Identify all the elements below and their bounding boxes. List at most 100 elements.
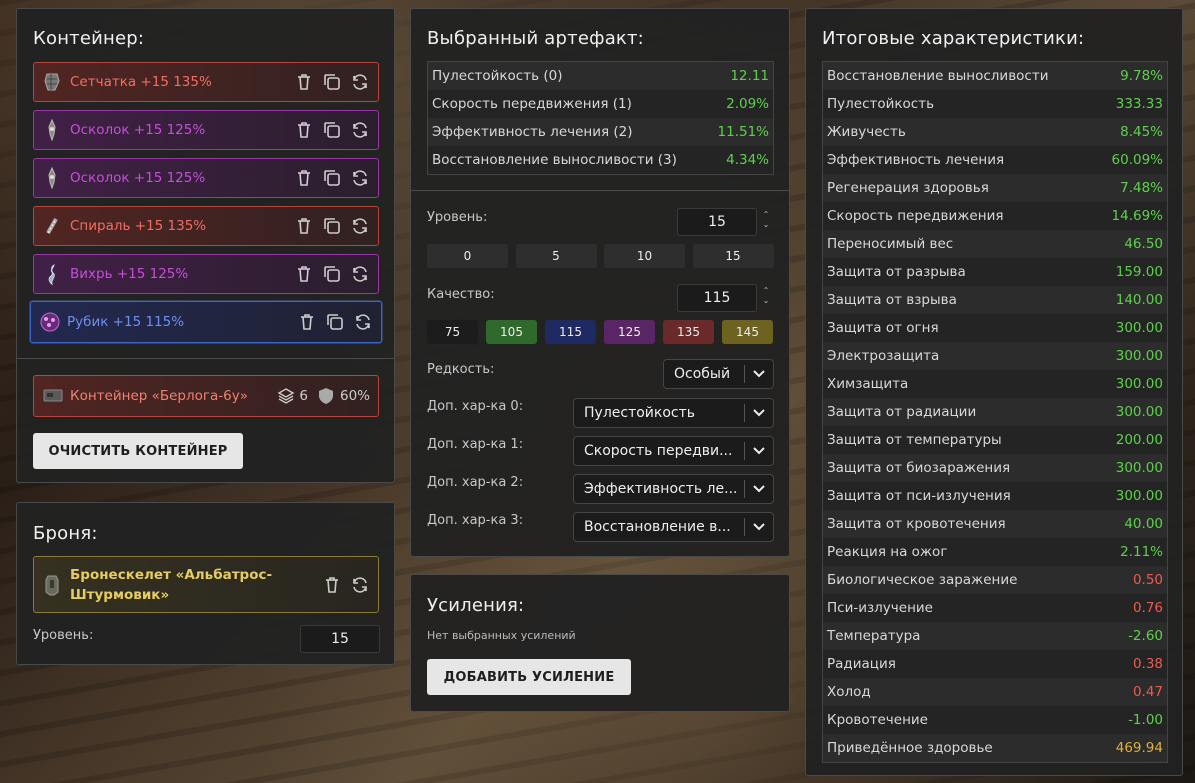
total-stat-row: Радиация 0.38 (823, 650, 1167, 678)
swap-icon[interactable] (353, 312, 373, 332)
total-stat-row: Кровотечение -1.00 (823, 706, 1167, 734)
shield-icon (318, 387, 334, 405)
extra-stat-select[interactable]: Скорость передви... (573, 436, 774, 466)
rarity-label: Редкость: (427, 362, 495, 377)
artifact-slot[interactable]: Рубик +15 115% (30, 301, 382, 343)
armor-title: Броня: (33, 523, 98, 544)
level-label: Уровень: (427, 210, 488, 225)
total-stat-row: Температура -2.60 (823, 622, 1167, 650)
artifact-slot-label: Рубик +15 115% (67, 314, 185, 330)
artifact-slot[interactable]: Вихрь +15 125% (33, 254, 379, 294)
swap-icon[interactable] (350, 72, 370, 92)
armor-panel: Броня: Бронескелет «Альбатрос- Штурмовик… (16, 502, 395, 665)
chevron-down-icon (745, 485, 773, 493)
delete-icon[interactable] (294, 72, 314, 92)
level-preset-button[interactable]: 10 (604, 244, 685, 268)
armor-name-line1: Бронескелет «Альбатрос- (70, 566, 273, 583)
quality-input[interactable]: 115 (677, 284, 757, 312)
shard-artifact-icon (42, 166, 62, 190)
stat-name: Скорость передвижения (827, 208, 1004, 224)
copy-icon[interactable] (322, 264, 342, 284)
totals-table: Восстановление выносливости 9.78% Пулестой… (822, 61, 1168, 763)
total-stat-row: Защита от взрыва 140.00 (823, 286, 1167, 314)
quality-stepper[interactable]: ⌃ ⌄ (760, 286, 772, 306)
artifact-slot[interactable]: Сетчатка +15 135% (33, 62, 379, 102)
rarity-select[interactable]: Особый (663, 359, 774, 389)
stat-value: 4.34% (726, 152, 769, 168)
extra-stat-label: Доп. хар-ка 3: (427, 513, 524, 528)
stat-name: Защита от взрыва (827, 292, 957, 308)
total-stat-row: Химзащита 300.00 (823, 370, 1167, 398)
delete-icon[interactable] (294, 168, 314, 188)
stat-name: Пулестойкость (0) (432, 68, 563, 84)
stat-name: Восстановление выносливости (3) (432, 152, 677, 168)
artifact-title: Выбранный артефакт: (427, 28, 644, 49)
mesh-artifact-icon (42, 71, 62, 93)
extra-stat-label: Доп. хар-ка 0: (427, 399, 524, 414)
total-stat-row: Защита от разрыва 159.00 (823, 258, 1167, 286)
spiral-artifact-icon (42, 215, 62, 237)
total-stat-row: Защита от биозаражения 300.00 (823, 454, 1167, 482)
copy-icon[interactable] (322, 72, 342, 92)
chevron-down-icon (745, 409, 773, 417)
extra-stat-select[interactable]: Эффективность ле... (573, 474, 774, 504)
armor-level-input[interactable]: 15 (300, 625, 380, 653)
rubik-artifact-icon (39, 311, 60, 333)
stat-value: 200.00 (1115, 432, 1163, 448)
stat-value: 300.00 (1115, 460, 1163, 476)
level-input[interactable]: 15 (677, 208, 757, 236)
extra-stat-select[interactable]: Восстановление в... (573, 512, 774, 542)
delete-icon[interactable] (297, 312, 317, 332)
copy-icon[interactable] (325, 312, 345, 332)
delete-icon[interactable] (294, 120, 314, 140)
copy-icon[interactable] (322, 168, 342, 188)
boosts-panel: Усиления: Нет выбранных усилений ДОБАВИТ… (410, 574, 790, 712)
level-stepper[interactable]: ⌃ ⌄ (760, 210, 772, 230)
quality-label: Качество: (427, 287, 495, 302)
swap-icon[interactable] (350, 264, 370, 284)
stat-value: 14.69% (1111, 208, 1163, 224)
artifact-slot[interactable]: Осколок +15 125% (33, 158, 379, 198)
level-preset-button[interactable]: 5 (515, 244, 597, 268)
level-preset-button[interactable]: 15 (692, 244, 774, 268)
rarity-value: Особый (674, 366, 731, 382)
add-boost-button[interactable]: ДОБАВИТЬ УСИЛЕНИЕ (427, 659, 631, 695)
chevron-down-icon (745, 447, 773, 455)
stat-name: Восстановление выносливости (827, 68, 1049, 84)
stat-value: 300.00 (1115, 376, 1163, 392)
artifact-slot[interactable]: Спираль +15 135% (33, 206, 379, 246)
quality-preset-button[interactable]: 145 (722, 320, 773, 344)
stat-value: 12.11 (730, 68, 769, 84)
quality-preset-button[interactable]: 125 (604, 320, 655, 344)
quality-preset-button[interactable]: 115 (545, 320, 596, 344)
delete-icon[interactable] (294, 264, 314, 284)
stat-value: 46.50 (1124, 236, 1163, 252)
copy-icon[interactable] (322, 216, 342, 236)
extra-stat-select[interactable]: Пулестойкость (573, 398, 774, 428)
level-preset-button[interactable]: 0 (427, 244, 508, 268)
quality-preset-button[interactable]: 105 (486, 320, 537, 344)
artifact-slot-label: Спираль +15 135% (70, 218, 207, 234)
delete-icon[interactable] (322, 575, 342, 595)
quality-preset-button[interactable]: 135 (663, 320, 714, 344)
stat-value: 9.78% (1120, 68, 1163, 84)
delete-icon[interactable] (294, 216, 314, 236)
stat-value: 333.33 (1115, 96, 1163, 112)
container-item[interactable]: Контейнер «Берлога-6у» 6 60% (33, 375, 379, 417)
swap-icon[interactable] (350, 216, 370, 236)
clear-container-button[interactable]: ОЧИСТИТЬ КОНТЕЙНЕР (33, 433, 243, 469)
artifact-slot[interactable]: Осколок +15 125% (33, 110, 379, 150)
stat-value: 60.09% (1111, 152, 1163, 168)
swap-icon[interactable] (350, 575, 370, 595)
quality-preset-button[interactable]: 75 (427, 320, 478, 344)
swap-icon[interactable] (350, 168, 370, 188)
stat-name: Пси-излучение (827, 600, 933, 616)
extra-stat-value: Эффективность ле... (584, 481, 738, 497)
extra-stat-value: Пулестойкость (584, 405, 696, 421)
extra-stat-label: Доп. хар-ка 1: (427, 437, 524, 452)
armor-item[interactable]: Бронескелет «Альбатрос- Штурмовик» (33, 556, 379, 613)
divider (411, 190, 789, 191)
swap-icon[interactable] (350, 120, 370, 140)
copy-icon[interactable] (322, 120, 342, 140)
stat-name: Защита от радиации (827, 404, 977, 420)
